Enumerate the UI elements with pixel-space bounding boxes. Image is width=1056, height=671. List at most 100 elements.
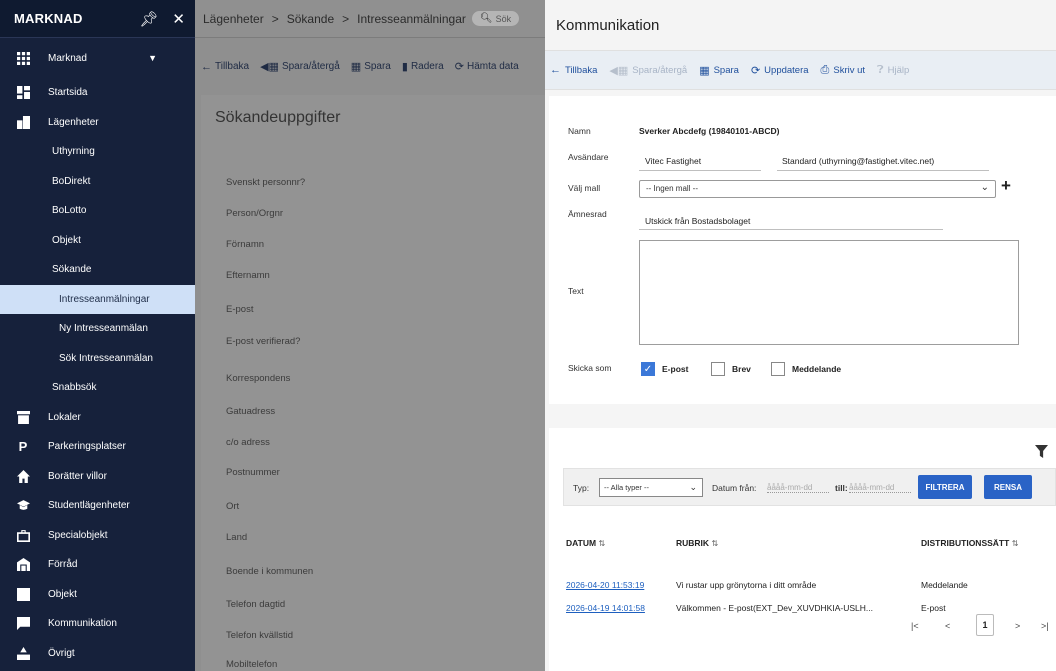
type-select[interactable]: -- Alla typer -- ⌄ <box>599 478 703 497</box>
delete-button[interactable]: ▮ Radera <box>402 60 444 73</box>
back-button[interactable]: ← Tillbaka <box>201 61 249 73</box>
column-header-method[interactable]: DISTRIBUTIONSSÄTT ⇅ <box>921 538 1018 548</box>
floppy-icon: ▦ <box>350 61 362 73</box>
letter-checkbox[interactable] <box>711 362 725 376</box>
sidebar-item-ovrigt[interactable]: Övrigt <box>0 639 195 669</box>
sidebar-item-objekt[interactable]: Objekt <box>0 580 195 610</box>
field-label: Person/Orgnr <box>226 208 284 219</box>
last-page-icon[interactable]: >| <box>1041 621 1049 631</box>
column-header-subject[interactable]: RUBRIK ⇅ <box>676 538 718 548</box>
close-icon[interactable]: ✕ <box>172 10 185 28</box>
print-button[interactable]: ⎙ Skriv ut <box>821 64 866 77</box>
pin-icon[interactable]: 📌︎ <box>139 10 158 28</box>
sidebar-item-label: Studentlägenheter <box>48 500 130 512</box>
sidebar-item-specialobjekt[interactable]: Specialobjekt <box>0 521 195 551</box>
sidebar-item-parkeringsplatser[interactable]: P Parkeringsplatser <box>0 432 195 462</box>
sidebar-item-sokande[interactable]: Sökande <box>0 255 195 285</box>
sort-icon: ⇅ <box>711 539 719 548</box>
module-select[interactable]: Marknad ▼ <box>0 38 195 78</box>
email-checkbox[interactable]: ✓ <box>641 362 655 376</box>
background-page: Lägenheter > Sökande > Intresseanmälning… <box>195 0 545 671</box>
message-form-card: Namn Sverker Abcdefg (19840101-ABCD) Avs… <box>549 96 1056 404</box>
breadcrumb-item[interactable]: Sökande <box>287 12 334 26</box>
sidebar-title: MARKNAD <box>14 11 83 26</box>
sidebar-item-ny-intresseanmalan[interactable]: Ny Intresseanmälan <box>0 314 195 344</box>
sidebar-item-sok-intresseanmalan[interactable]: Sök Intresseanmälan <box>0 344 195 374</box>
fetch-data-button[interactable]: ⟳ Hämta data <box>455 60 519 73</box>
subject-input[interactable]: Utskick från Bostadsbolaget <box>645 216 750 226</box>
filter-icon[interactable] <box>1035 445 1048 458</box>
sender-email-underline <box>777 170 989 171</box>
sidebar-item-snabbsok[interactable]: Snabbsök <box>0 373 195 403</box>
letter-checkbox-label: Brev <box>732 364 751 374</box>
breadcrumb-item[interactable]: Lägenheter <box>203 12 264 26</box>
subject-underline <box>639 229 943 230</box>
sidebar-item-label: Startsida <box>48 87 88 99</box>
prev-page-icon[interactable]: < <box>945 621 950 631</box>
add-template-icon[interactable]: + <box>1001 176 1011 196</box>
history-card: Typ: -- Alla typer -- ⌄ Datum från: åååå… <box>549 428 1056 671</box>
update-button[interactable]: ⟳ Uppdatera <box>751 64 809 77</box>
sidebar-item-studentlagenheter[interactable]: Studentlägenheter <box>0 491 195 521</box>
field-label: Postnummer <box>226 467 280 478</box>
sidebar-item-intresseanmalningar[interactable]: Intresseanmälningar <box>0 284 195 314</box>
sidebar-item-kommunikation[interactable]: Kommunikation <box>0 609 195 639</box>
message-textarea[interactable] <box>639 240 1019 345</box>
card-title: Sökandeuppgifter <box>215 109 341 126</box>
row-date-link[interactable]: 2026-04-19 14:01:58 <box>566 603 645 613</box>
first-page-icon[interactable]: |< <box>911 621 919 631</box>
sidebar-item-bodirekt[interactable]: BoDirekt <box>0 167 195 197</box>
sender-name-input[interactable]: Vitec Fastighet <box>645 156 701 166</box>
sender-email-select[interactable]: Standard (uthyrning@fastighet.vitec.net) <box>782 156 934 166</box>
sidebar-item-forrad[interactable]: Förråd <box>0 550 195 580</box>
filter-button[interactable]: FILTRERA <box>918 475 972 499</box>
next-page-icon[interactable]: > <box>1015 621 1020 631</box>
sidebar-item-boratter-villor[interactable]: Borätter villor <box>0 462 195 492</box>
save-return-label: Spara/återgå <box>281 61 340 72</box>
search-box[interactable]: 🔍︎ Sök <box>471 11 520 26</box>
current-page[interactable]: 1 <box>976 614 994 636</box>
sidebar-item-uthyrning[interactable]: Uthyrning <box>0 137 195 167</box>
field-label: Svenskt personnr? <box>226 177 306 188</box>
column-header-date[interactable]: DATUM ⇅ <box>566 538 605 548</box>
sidebar-item-label: Sök Intresseanmälan <box>59 352 153 364</box>
briefcase-icon <box>14 528 32 542</box>
sidebar-item-label: Lägenheter <box>48 116 99 128</box>
chevron-down-icon: ⌄ <box>980 182 989 193</box>
template-select[interactable]: -- Ingen mall -- ⌄ <box>639 180 996 198</box>
sidebar-item-label: BoLotto <box>52 205 87 217</box>
date-from-input[interactable]: åååå-mm-dd <box>767 483 829 493</box>
save-return-icon: ◀▦ <box>260 61 279 73</box>
print-label: Skriv ut <box>833 64 866 76</box>
save-return-button[interactable]: ◀▦ Spara/återgå <box>609 64 687 77</box>
clear-button[interactable]: RENSA <box>984 475 1032 499</box>
back-label: Tillbaka <box>565 64 598 76</box>
sidebar-item-lagenheter[interactable]: Lägenheter <box>0 108 195 138</box>
sidebar-item-label: Övrigt <box>48 647 75 659</box>
save-return-button[interactable]: ◀▦ Spara/återgå <box>260 60 340 73</box>
field-label: Mobiltelefon <box>226 659 278 670</box>
sidebar-item-label: Uthyrning <box>52 146 95 158</box>
sort-icon: ⇅ <box>1011 539 1019 548</box>
save-button[interactable]: ▦ Spara <box>351 60 391 73</box>
sidebar-item-startsida[interactable]: Startsida <box>0 78 195 108</box>
field-label: E-post <box>226 304 254 315</box>
sidebar-item-lokaler[interactable]: Lokaler <box>0 403 195 433</box>
back-button[interactable]: ← Tillbaka <box>550 64 597 76</box>
sidebar-item-label: Borätter villor <box>48 470 107 482</box>
date-to-input[interactable]: åååå-mm-dd <box>849 483 911 493</box>
help-button[interactable]: ❓︎ Hjälp <box>877 64 909 77</box>
sidebar-item-bolotto[interactable]: BoLotto <box>0 196 195 226</box>
sidebar-header: MARKNAD 📌︎ ✕ <box>0 0 195 38</box>
communication-dialog: Kommunikation ← Tillbaka ◀▦ Spara/återgå ▦… <box>545 0 1056 671</box>
search-icon: 🔍︎ <box>479 13 493 24</box>
field-label: Telefon dagtid <box>226 599 286 610</box>
sidebar-item-label: Specialobjekt <box>48 529 108 541</box>
row-date-link[interactable]: 2026-04-20 11:53:19 <box>566 580 644 590</box>
message-checkbox[interactable] <box>771 362 785 376</box>
save-button[interactable]: ▦ Spara <box>699 64 739 77</box>
breadcrumb-item[interactable]: Intresseanmälningar <box>357 12 466 26</box>
sidebar-item-objekt-sub[interactable]: Objekt <box>0 226 195 256</box>
type-select-value: -- Alla typer -- <box>604 483 650 492</box>
date-from-label: Datum från: <box>712 483 757 493</box>
